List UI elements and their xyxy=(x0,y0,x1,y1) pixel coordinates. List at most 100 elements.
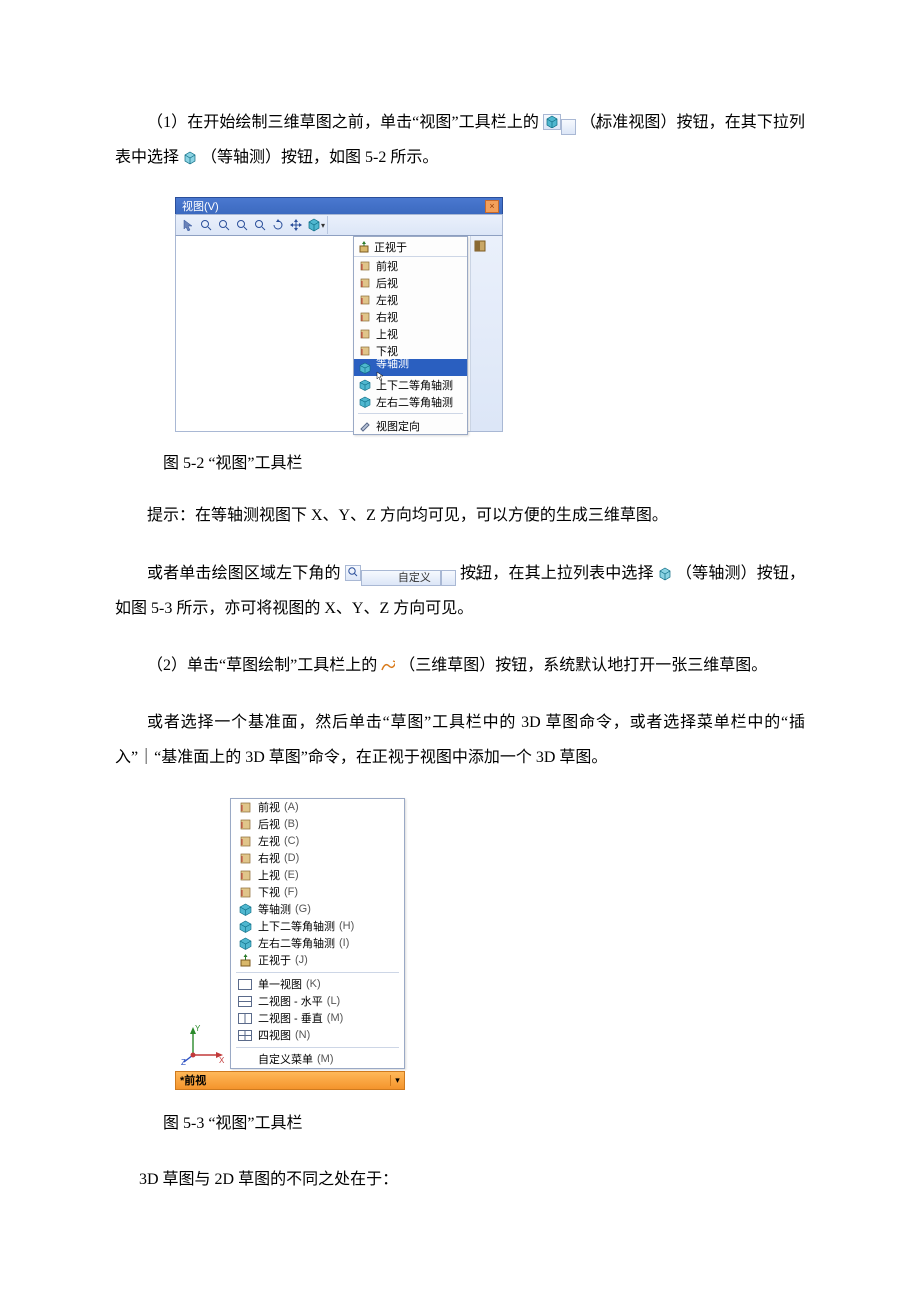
viewport-icon xyxy=(237,979,253,990)
dd-label: 上视 xyxy=(376,326,398,342)
fig52-toolbar: ▾ 正视于 前视后视左视右视上视下视等轴测上下二等角轴测左右二等角轴测 视图定向 xyxy=(175,214,503,236)
face-icon xyxy=(358,294,372,306)
svg-text:Y: Y xyxy=(195,1024,201,1033)
menu-item[interactable]: 单一视图(K) xyxy=(231,976,404,993)
dropdown-arrow-inline[interactable]: ▾ xyxy=(561,119,576,135)
menu-item[interactable]: 前视 (A) xyxy=(231,799,404,816)
dd-view-item[interactable]: 前视 xyxy=(354,257,467,274)
menu-label: 正视于 xyxy=(258,952,291,968)
menu-accel: (L) xyxy=(327,995,340,1007)
menu-label: 单一视图 xyxy=(258,976,302,992)
text: （等轴测）按钮，如图 5-2 所示。 xyxy=(201,149,438,166)
3d-sketch-icon xyxy=(381,659,395,673)
menu-item[interactable]: 左右二等角轴测(I) xyxy=(231,935,404,952)
cube-icon xyxy=(358,396,372,408)
face-icon xyxy=(358,328,372,340)
dd-view-item[interactable]: 上下二等角轴测 xyxy=(354,376,467,393)
custom-button-label: 自定义 xyxy=(398,572,431,584)
dd-label: 正视于 xyxy=(374,239,407,255)
viewport-icon xyxy=(237,1030,253,1041)
zoom-selection-icon[interactable] xyxy=(252,217,268,233)
menu-label: 前视 xyxy=(258,799,280,815)
cursor-icon[interactable] xyxy=(180,217,196,233)
close-icon[interactable]: × xyxy=(485,200,499,213)
menu-item[interactable]: 左视(C) xyxy=(231,833,404,850)
menu-label: 二视图 - 垂直 xyxy=(258,1010,323,1026)
para-tip: 提示：在等轴测视图下 X、Y、Z 方向均可见，可以方便的生成三维草图。 xyxy=(115,498,805,533)
caption-5-3: 图 5-3 “视图”工具栏 xyxy=(115,1108,805,1140)
telescope-icon xyxy=(358,420,372,432)
dd-view-orientation[interactable]: 视图定向 xyxy=(354,417,467,434)
menu-accel: (D) xyxy=(284,852,299,864)
menu-item[interactable]: 上视(E) xyxy=(231,867,404,884)
std-views-button-inline[interactable] xyxy=(543,114,561,130)
face-icon xyxy=(237,852,253,865)
dd-view-item[interactable]: 后视 xyxy=(354,274,467,291)
dd-view-item[interactable]: 左视 xyxy=(354,291,467,308)
pan-icon[interactable] xyxy=(288,217,304,233)
menu-item[interactable]: 后视(B) xyxy=(231,816,404,833)
std-views-button[interactable] xyxy=(306,217,322,233)
custom-dropdown-arrow[interactable]: ▾ xyxy=(441,570,456,586)
cube-icon xyxy=(237,903,253,916)
menu-item[interactable]: 上下二等角轴测(H) xyxy=(231,918,404,935)
zoom-inout-icon[interactable] xyxy=(234,217,250,233)
menu-label: 二视图 - 水平 xyxy=(258,993,323,1009)
zoom-fit-icon-inline[interactable] xyxy=(345,565,361,581)
text: （2）单击“草图绘制”工具栏上的 xyxy=(147,657,377,674)
fig53-viewname-bar[interactable]: *前视 ▾ xyxy=(175,1071,405,1090)
dd-normal-to[interactable]: 正视于 xyxy=(354,237,467,257)
cube-icon xyxy=(358,379,372,391)
zoom-area-icon[interactable] xyxy=(216,217,232,233)
dd-view-item[interactable]: 等轴测 xyxy=(354,359,467,376)
dd-label: 上下二等角轴测 xyxy=(376,377,453,393)
menu-item[interactable]: 自定义菜单 (M) xyxy=(231,1051,404,1068)
menu-label: 左视 xyxy=(258,833,280,849)
viewname-dropdown-arrow[interactable]: ▾ xyxy=(390,1075,404,1086)
rotate-icon[interactable] xyxy=(270,217,286,233)
dropdown-arrow[interactable]: ▾ xyxy=(321,221,325,230)
fig52-title: 视图(V) xyxy=(182,198,219,214)
dd-view-item[interactable]: 右视 xyxy=(354,308,467,325)
menu-label: 下视 xyxy=(258,884,280,900)
dd-view-item[interactable]: 左右二等角轴测 xyxy=(354,393,467,410)
menu-item[interactable]: 正视于 (J) xyxy=(231,952,404,969)
menu-item[interactable]: 二视图 - 水平 (L) xyxy=(231,993,404,1010)
custom-button-inline[interactable]: 自定义 xyxy=(361,570,441,586)
menu-item[interactable]: 下视(F) xyxy=(231,884,404,901)
face-icon xyxy=(358,311,372,323)
menu-item[interactable]: 右视 (D) xyxy=(231,850,404,867)
menu-label: 四视图 xyxy=(258,1027,291,1043)
zoom-fit-icon[interactable] xyxy=(198,217,214,233)
face-icon xyxy=(358,260,372,272)
figure-5-3: 前视 (A) 后视(B)左视(C)右视 (D) 上视(E)下视(F)等轴测(G)上下二等… xyxy=(175,798,405,1090)
section-view-icon[interactable] xyxy=(472,238,488,254)
svg-text:Z: Z xyxy=(181,1058,186,1067)
menu-accel: (G) xyxy=(295,903,311,915)
menu-label: 左右二等角轴测 xyxy=(258,935,335,951)
separator xyxy=(327,216,328,234)
menu-label: 自定义菜单 xyxy=(258,1051,313,1067)
dd-view-item[interactable]: 上视 xyxy=(354,325,467,342)
menu-item[interactable]: 四视图 (N) xyxy=(231,1027,404,1044)
para-diff: 3D 草图与 2D 草图的不同之处在于： xyxy=(115,1162,805,1197)
menu-accel: (N) xyxy=(295,1029,310,1041)
text: 按钮，在其上拉列表中选择 xyxy=(460,565,654,582)
menu-accel: (J) xyxy=(295,954,308,966)
face-icon xyxy=(237,869,253,882)
face-icon xyxy=(237,818,253,831)
dd-divider xyxy=(358,413,463,414)
dd-label: 后视 xyxy=(376,275,398,291)
face-icon xyxy=(237,886,253,899)
menu-accel: (M) xyxy=(317,1053,334,1065)
isometric-icon xyxy=(183,151,197,165)
menu-item[interactable]: 二视图 - 垂直(M) xyxy=(231,1010,404,1027)
para-alt1: 或者单击绘图区域左下角的 自定义▾ 按钮，在其上拉列表中选择 （等轴测）按钮，如… xyxy=(115,556,805,626)
text: （三维草图）按钮，系统默认地打开一张三维草图。 xyxy=(399,657,767,674)
menu-accel: (A) xyxy=(284,801,299,813)
menu-divider xyxy=(236,1047,399,1048)
axis-triad-icon: Y X Z xyxy=(181,1021,227,1067)
menu-item[interactable]: 等轴测(G) xyxy=(231,901,404,918)
menu-label: 上视 xyxy=(258,867,280,883)
menu-label: 右视 xyxy=(258,850,280,866)
